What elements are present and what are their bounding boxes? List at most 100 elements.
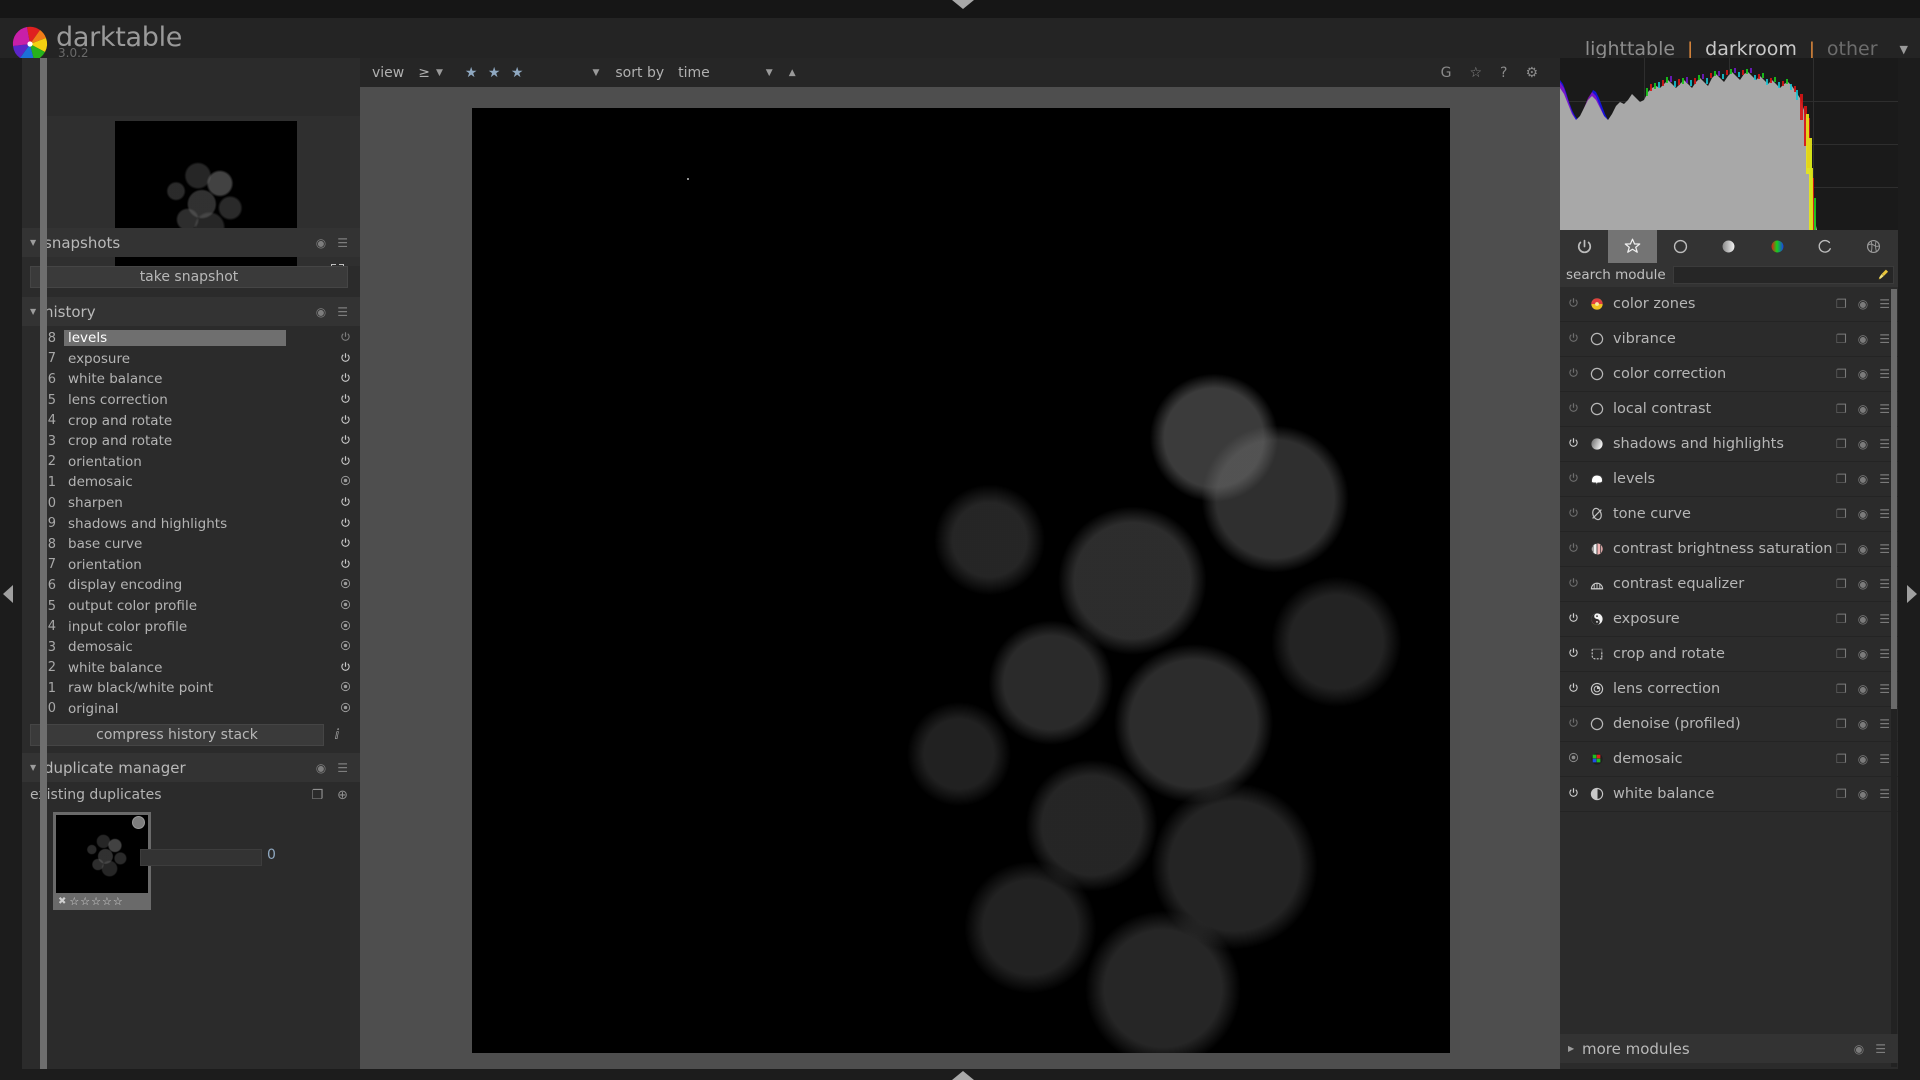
module-row[interactable]: crop and rotate ❐ ◉ ☰ [1560,637,1898,672]
duplicate-manager-hamburger-menu-icon[interactable]: ☰ [337,761,348,775]
multi-instance-icon[interactable]: ❐ [1836,542,1847,556]
triangle-right-icon[interactable]: ▶ [1568,1044,1582,1053]
module-reset-icon[interactable]: ◉ [1858,332,1868,346]
module-hamburger-menu-icon[interactable]: ☰ [1879,402,1890,416]
module-row[interactable]: vibrance ❐ ◉ ☰ [1560,322,1898,357]
duplicate-name-field[interactable] [140,849,262,867]
module-row[interactable]: exposure ❐ ◉ ☰ [1560,602,1898,637]
snapshots-section-header[interactable]: ▼ snapshots ◉ ☰ [22,228,360,257]
duplicate-thumbnail[interactable]: ✖ ☆ ☆ ☆ ☆ ☆ [53,812,151,911]
star-1-icon[interactable]: ☆ [69,895,79,908]
module-row[interactable]: lens correction ❐ ◉ ☰ [1560,672,1898,707]
chevron-down-icon[interactable]: ▼ [1900,43,1908,56]
module-hamburger-menu-icon[interactable]: ☰ [1879,437,1890,451]
module-reset-icon[interactable]: ◉ [1858,717,1868,731]
module-row[interactable]: demosaic ❐ ◉ ☰ [1560,742,1898,777]
module-hamburger-menu-icon[interactable]: ☰ [1879,297,1890,311]
more-modules-reset-icon[interactable]: ◉ [1854,1042,1864,1056]
search-input[interactable] [1673,270,1893,286]
history-item[interactable]: 15 lens correction [22,390,360,411]
multi-instance-icon[interactable]: ❐ [1836,647,1847,661]
module-power-toggle-icon[interactable] [1568,472,1586,486]
history-item[interactable]: 8 base curve [22,534,360,555]
module-hamburger-menu-icon[interactable]: ☰ [1879,612,1890,626]
triangle-left-icon[interactable] [3,585,13,603]
history-item[interactable]: 14 crop and rotate [22,410,360,431]
copy-parts-icon[interactable]: ⅈ [324,727,350,743]
module-reset-icon[interactable]: ◉ [1858,437,1868,451]
module-hamburger-menu-icon[interactable]: ☰ [1879,332,1890,346]
active-modules-power-icon[interactable] [1560,230,1608,263]
plus-circle-icon[interactable]: ⊕ [337,788,348,803]
history-item[interactable]: 10 sharpen [22,493,360,514]
module-power-toggle-icon[interactable] [1568,332,1586,346]
module-row[interactable]: shadows and highlights ❐ ◉ ☰ [1560,427,1898,462]
multi-instance-icon[interactable]: ❐ [1836,577,1847,591]
view-darkroom[interactable]: darkroom [1705,38,1797,60]
history-item[interactable]: 12 orientation [22,452,360,473]
module-reset-icon[interactable]: ◉ [1858,787,1868,801]
module-hamburger-menu-icon[interactable]: ☰ [1879,682,1890,696]
module-row[interactable]: denoise (profiled) ❐ ◉ ☰ [1560,707,1898,742]
filter-operator-chevron-down-icon[interactable]: ▼ [436,68,443,78]
tone-group-icon[interactable] [1705,230,1753,263]
module-power-toggle-icon[interactable] [1568,682,1586,696]
view-lighttable[interactable]: lighttable [1585,38,1675,60]
right-panel-collapse-handle[interactable] [1898,58,1920,1069]
history-item[interactable]: 0 original [22,699,360,720]
module-hamburger-menu-icon[interactable]: ☰ [1879,367,1890,381]
module-power-toggle-icon[interactable] [1568,717,1586,731]
history-item[interactable]: 6 display encoding [22,575,360,596]
history-hamburger-menu-icon[interactable]: ☰ [337,305,348,319]
module-row[interactable]: contrast brightness saturation ❐ ◉ ☰ [1560,532,1898,567]
favorite-modules-star-icon[interactable] [1608,230,1657,263]
multi-instance-icon[interactable]: ❐ [1836,752,1847,766]
module-reset-icon[interactable]: ◉ [1858,682,1868,696]
history-item[interactable]: 7 orientation [22,555,360,576]
filter-star-rating[interactable]: ★ ★ ★ [465,65,527,81]
multi-instance-icon[interactable]: ❐ [1836,402,1847,416]
left-panel-resize-grip[interactable] [40,58,47,1069]
snapshots-reset-icon[interactable]: ◉ [316,236,326,250]
history-item[interactable]: 17 exposure [22,349,360,370]
module-power-toggle-icon[interactable] [1568,612,1586,626]
multi-instance-icon[interactable]: ❐ [1836,507,1847,521]
module-hamburger-menu-icon[interactable]: ☰ [1879,717,1890,731]
star-4-icon[interactable]: ☆ [102,895,112,908]
module-power-toggle-icon[interactable] [1568,542,1586,556]
duplicate-manager-reset-icon[interactable]: ◉ [316,761,326,775]
module-reset-icon[interactable]: ◉ [1858,507,1868,521]
multi-instance-icon[interactable]: ❐ [1836,717,1847,731]
snapshots-hamburger-menu-icon[interactable]: ☰ [337,236,348,250]
multi-instance-icon[interactable]: ❐ [1836,472,1847,486]
triangle-right-icon[interactable] [1907,585,1917,603]
view-other[interactable]: other [1827,38,1878,60]
module-power-toggle-icon[interactable] [1568,367,1586,381]
filter-rating-chevron-down-icon[interactable]: ▼ [592,68,599,78]
module-reset-icon[interactable]: ◉ [1858,612,1868,626]
more-modules-hamburger-menu-icon[interactable]: ☰ [1875,1042,1886,1056]
module-hamburger-menu-icon[interactable]: ☰ [1879,577,1890,591]
module-reset-icon[interactable]: ◉ [1858,542,1868,556]
multi-instance-icon[interactable]: ❐ [1836,437,1847,451]
multi-instance-icon[interactable]: ❐ [1836,787,1847,801]
module-power-toggle-icon[interactable] [1568,577,1586,591]
top-panel-collapse-triangle-up-icon[interactable] [952,0,974,9]
sort-by-value[interactable]: time [678,65,710,81]
module-row[interactable]: contrast equalizer ❐ ◉ ☰ [1560,567,1898,602]
history-item[interactable]: 16 white balance [22,369,360,390]
overlays-star-icon[interactable]: ☆ [1469,65,1482,81]
module-hamburger-menu-icon[interactable]: ☰ [1879,787,1890,801]
module-power-toggle-icon[interactable] [1568,647,1586,661]
module-power-toggle-icon[interactable] [1568,297,1586,311]
module-hamburger-menu-icon[interactable]: ☰ [1879,507,1890,521]
module-reset-icon[interactable]: ◉ [1858,297,1868,311]
sort-direction-chevron-up-icon[interactable]: ▲ [789,68,796,78]
module-reset-icon[interactable]: ◉ [1858,472,1868,486]
history-item[interactable]: 1 raw black/white point [22,678,360,699]
star-3-icon[interactable]: ☆ [91,895,101,908]
preferences-gear-icon[interactable]: ⚙ [1525,65,1538,81]
duplicate-icon[interactable]: ❐ [311,788,323,803]
star-2-icon[interactable]: ☆ [80,895,90,908]
history-item[interactable]: 2 white balance [22,658,360,679]
